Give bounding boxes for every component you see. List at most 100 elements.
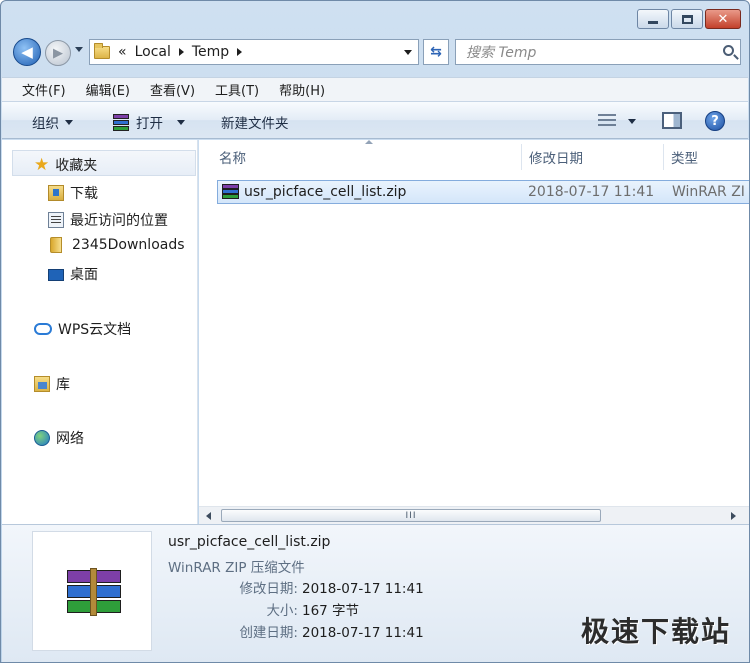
file-modified-date: 2018-07-17 11:41 xyxy=(528,184,655,200)
detail-value: 2018-07-17 11:41 xyxy=(302,625,424,641)
horizontal-scrollbar[interactable]: III xyxy=(199,506,749,524)
scrollbar-thumb[interactable]: III xyxy=(221,509,601,522)
sidebar-item-label: 2345Downloads xyxy=(72,237,185,253)
column-header-modified[interactable]: 修改日期 xyxy=(529,140,583,174)
back-button[interactable]: ◀ xyxy=(13,38,41,66)
organize-label: 组织 xyxy=(32,116,59,132)
menu-tools[interactable]: 工具(T) xyxy=(215,80,259,99)
forward-button[interactable]: ▶ xyxy=(45,40,71,66)
address-bar[interactable]: « Local Temp xyxy=(89,39,419,65)
menu-view[interactable]: 查看(V) xyxy=(150,80,195,99)
detail-modified: 修改日期: 2018-07-17 11:41 xyxy=(168,577,424,597)
sidebar-item-2345downloads[interactable]: 2345Downloads xyxy=(50,237,185,253)
refresh-icon: ⇆ xyxy=(430,44,442,60)
change-view-icon[interactable] xyxy=(598,114,616,128)
breadcrumb-local[interactable]: Local xyxy=(135,44,171,60)
preview-pane-icon[interactable] xyxy=(662,112,682,129)
breadcrumb-separator-icon[interactable] xyxy=(237,48,243,56)
winrar-archive-icon xyxy=(222,184,239,200)
library-icon xyxy=(34,376,50,392)
detail-file-type: WinRAR ZIP 压缩文件 xyxy=(168,560,305,576)
file-list-pane: 名称 修改日期 类型 usr_picface_cell_list.zip 201… xyxy=(199,140,749,524)
cloud-icon xyxy=(34,323,52,335)
detail-created: 创建日期: 2018-07-17 11:41 xyxy=(168,621,424,641)
sidebar-item-library[interactable]: 库 xyxy=(34,374,70,394)
detail-size: 大小: 167 字节 xyxy=(168,599,359,619)
recent-places-icon xyxy=(48,212,64,228)
address-overflow-chevron[interactable]: « xyxy=(118,44,127,60)
file-thumbnail xyxy=(32,531,152,651)
breadcrumb-temp[interactable]: Temp xyxy=(192,44,229,60)
column-divider[interactable] xyxy=(663,144,664,170)
winrar-icon xyxy=(112,113,130,131)
winrar-archive-icon xyxy=(67,568,121,616)
sidebar-item-desktop[interactable]: 桌面 xyxy=(48,264,98,284)
chevron-down-icon xyxy=(177,119,185,125)
explorer-window: ✕ ◀ ▶ « Local Temp ⇆ 搜索 Temp 文件(F) 编辑(E)… xyxy=(0,0,750,663)
open-button[interactable]: 打开 xyxy=(112,112,185,132)
search-icon[interactable] xyxy=(723,45,734,56)
navigation-row: ◀ ▶ « Local Temp ⇆ 搜索 Temp xyxy=(9,37,741,67)
star-icon: ★ xyxy=(34,154,50,175)
file-type: WinRAR ZI xyxy=(672,184,745,200)
chevron-down-icon xyxy=(65,119,73,125)
menu-help[interactable]: 帮助(H) xyxy=(279,80,325,99)
sort-ascending-icon xyxy=(365,140,373,144)
maximize-icon xyxy=(681,14,693,24)
column-divider[interactable] xyxy=(521,144,522,170)
detail-label: 大小: xyxy=(266,603,298,619)
navigation-pane: ★ 收藏夹 下载 最近访问的位置 2345Downloads 桌面 WPS云文档… xyxy=(2,140,198,524)
network-icon xyxy=(34,430,50,446)
sidebar-item-recent-places[interactable]: 最近访问的位置 xyxy=(48,210,168,230)
detail-value: 2018-07-17 11:41 xyxy=(302,581,424,597)
refresh-button[interactable]: ⇆ xyxy=(423,39,449,65)
sidebar-item-label: 下载 xyxy=(70,186,98,202)
search-input[interactable]: 搜索 Temp xyxy=(455,39,741,65)
sidebar-item-label: 网络 xyxy=(56,431,84,447)
sidebar-item-favorites[interactable]: ★ 收藏夹 xyxy=(34,155,97,175)
sidebar-item-label: 库 xyxy=(56,377,70,393)
sidebar-item-label: WPS云文档 xyxy=(58,322,132,338)
menu-bar: 文件(F) 编辑(E) 查看(V) 工具(T) 帮助(H) xyxy=(2,77,748,101)
menu-edit[interactable]: 编辑(E) xyxy=(86,80,130,99)
desktop-icon xyxy=(48,269,64,281)
detail-label: 修改日期: xyxy=(239,581,298,597)
forward-arrow-icon: ▶ xyxy=(53,45,63,61)
sidebar-item-network[interactable]: 网络 xyxy=(34,428,84,448)
scroll-right-arrow-icon[interactable] xyxy=(731,512,736,520)
close-button[interactable]: ✕ xyxy=(705,9,741,29)
sidebar-item-downloads[interactable]: 下载 xyxy=(48,183,98,203)
open-label: 打开 xyxy=(136,116,163,132)
file-row[interactable]: usr_picface_cell_list.zip 2018-07-17 11:… xyxy=(217,180,749,204)
sidebar-item-label: 最近访问的位置 xyxy=(70,213,168,229)
organize-button[interactable]: 组织 xyxy=(32,112,73,132)
folder-icon xyxy=(50,237,62,253)
new-folder-button[interactable]: 新建文件夹 xyxy=(221,112,289,132)
address-history-dropdown[interactable] xyxy=(404,50,412,55)
sidebar-item-label: 桌面 xyxy=(70,267,98,283)
close-icon: ✕ xyxy=(717,11,729,27)
menu-file[interactable]: 文件(F) xyxy=(22,80,66,99)
detail-label: 创建日期: xyxy=(239,625,298,641)
minimize-icon xyxy=(648,20,658,24)
scroll-left-arrow-icon[interactable] xyxy=(206,512,211,520)
downloads-folder-icon xyxy=(48,185,64,201)
recent-pages-dropdown[interactable] xyxy=(75,47,83,52)
detail-file-name: usr_picface_cell_list.zip xyxy=(168,534,331,550)
help-icon[interactable]: ? xyxy=(705,111,725,131)
view-options-dropdown[interactable] xyxy=(628,119,636,124)
search-placeholder: 搜索 Temp xyxy=(466,45,537,61)
minimize-button[interactable] xyxy=(637,9,669,29)
site-watermark: 极速下载站 xyxy=(580,615,731,648)
back-arrow-icon: ◀ xyxy=(21,43,33,61)
detail-value: 167 字节 xyxy=(302,603,360,619)
folder-icon xyxy=(94,42,110,59)
file-name: usr_picface_cell_list.zip xyxy=(244,184,407,200)
column-header-type[interactable]: 类型 xyxy=(671,140,698,174)
column-header-name[interactable]: 名称 xyxy=(219,140,246,174)
maximize-button[interactable] xyxy=(671,9,703,29)
caption-buttons: ✕ xyxy=(637,9,741,29)
breadcrumb-separator-icon[interactable] xyxy=(178,48,184,56)
sidebar-item-wps-cloud[interactable]: WPS云文档 xyxy=(34,319,131,339)
sidebar-item-label: 收藏夹 xyxy=(55,158,98,174)
